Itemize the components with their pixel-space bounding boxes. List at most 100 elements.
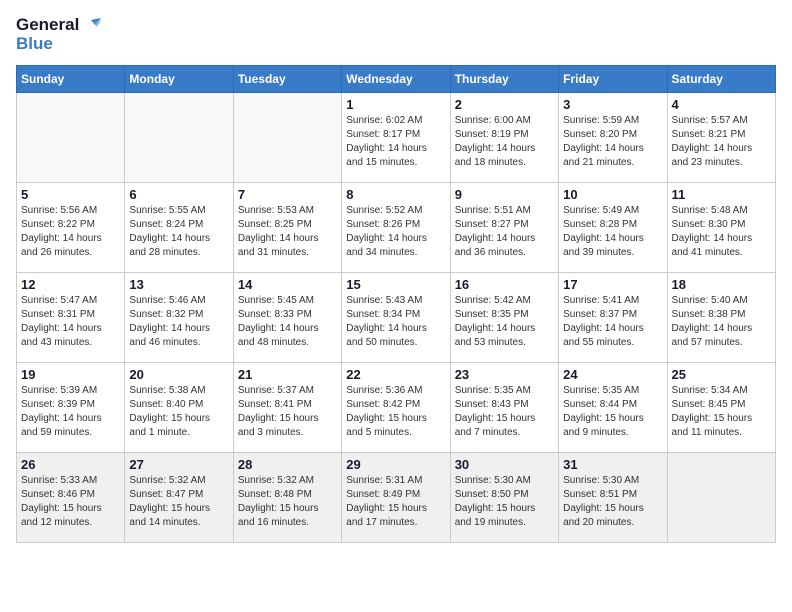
day-info: Sunrise: 5:42 AM Sunset: 8:35 PM Dayligh… <box>455 294 554 350</box>
day-number: 16 <box>455 277 554 292</box>
day-number: 1 <box>346 97 445 112</box>
day-number: 14 <box>238 277 337 292</box>
calendar-cell: 23Sunrise: 5:35 AM Sunset: 8:43 PM Dayli… <box>450 363 558 453</box>
calendar-cell: 1 Sunrise: 6:02 AM Sunset: 8:17 PM Daylig… <box>342 93 450 183</box>
calendar-cell: 11Sunrise: 5:48 AM Sunset: 8:30 PM Dayli… <box>667 183 775 273</box>
calendar-cell: 29Sunrise: 5:31 AM Sunset: 8:49 PM Dayli… <box>342 453 450 543</box>
day-info: Sunrise: 5:30 AM Sunset: 8:50 PM Dayligh… <box>455 474 554 530</box>
day-info: Sunrise: 5:34 AM Sunset: 8:45 PM Dayligh… <box>672 384 771 440</box>
day-info: Sunrise: 5:45 AM Sunset: 8:33 PM Dayligh… <box>238 294 337 350</box>
day-number: 21 <box>238 367 337 382</box>
day-info: Sunrise: 6:02 AM Sunset: 8:17 PM Dayligh… <box>346 114 445 170</box>
calendar-cell: 22 Sunrise: 5:36 AM Sunset: 8:42 PM Dayli… <box>342 363 450 453</box>
calendar-day-header: Monday <box>125 66 233 93</box>
day-number: 27 <box>129 457 228 472</box>
day-number: 20 <box>129 367 228 382</box>
calendar-cell: 2 Sunrise: 6:00 AM Sunset: 8:19 PM Daylig… <box>450 93 558 183</box>
day-number: 8 <box>346 187 445 202</box>
calendar-cell: 26Sunrise: 5:33 AM Sunset: 8:46 PM Dayli… <box>17 453 125 543</box>
calendar-cell: 31 Sunrise: 5:30 AM Sunset: 8:51 PM Dayli… <box>559 453 667 543</box>
day-info: Sunrise: 5:47 AM Sunset: 8:31 PM Dayligh… <box>21 294 120 350</box>
calendar-cell: 14 Sunrise: 5:45 AM Sunset: 8:33 PM Dayli… <box>233 273 341 363</box>
calendar-cell <box>125 93 233 183</box>
calendar-cell: 3 Sunrise: 5:59 AM Sunset: 8:20 PM Daylig… <box>559 93 667 183</box>
calendar-cell: 5 Sunrise: 5:56 AM Sunset: 8:22 PM Daylig… <box>17 183 125 273</box>
calendar-day-header: Friday <box>559 66 667 93</box>
day-info: Sunrise: 5:49 AM Sunset: 8:28 PM Dayligh… <box>563 204 662 260</box>
calendar-cell: 17 Sunrise: 5:41 AM Sunset: 8:37 PM Dayli… <box>559 273 667 363</box>
day-info: Sunrise: 5:31 AM Sunset: 8:49 PM Dayligh… <box>346 474 445 530</box>
calendar-cell: 27Sunrise: 5:32 AM Sunset: 8:47 PM Dayli… <box>125 453 233 543</box>
day-number: 13 <box>129 277 228 292</box>
calendar-cell: 18 Sunrise: 5:40 AM Sunset: 8:38 PM Dayli… <box>667 273 775 363</box>
calendar-cell: 12 Sunrise: 5:47 AM Sunset: 8:31 PM Dayli… <box>17 273 125 363</box>
calendar-cell: 10Sunrise: 5:49 AM Sunset: 8:28 PM Dayli… <box>559 183 667 273</box>
calendar-week-row: 12 Sunrise: 5:47 AM Sunset: 8:31 PM Dayli… <box>17 273 776 363</box>
calendar-cell: 15Sunrise: 5:43 AM Sunset: 8:34 PM Dayli… <box>342 273 450 363</box>
day-info: Sunrise: 5:55 AM Sunset: 8:24 PM Dayligh… <box>129 204 228 260</box>
day-number: 31 <box>563 457 662 472</box>
day-number: 3 <box>563 97 662 112</box>
day-info: Sunrise: 5:35 AM Sunset: 8:43 PM Dayligh… <box>455 384 554 440</box>
day-number: 28 <box>238 457 337 472</box>
calendar-day-header: Wednesday <box>342 66 450 93</box>
day-number: 12 <box>21 277 120 292</box>
calendar-week-row: 19 Sunrise: 5:39 AM Sunset: 8:39 PM Dayli… <box>17 363 776 453</box>
day-info: Sunrise: 5:35 AM Sunset: 8:44 PM Dayligh… <box>563 384 662 440</box>
day-number: 2 <box>455 97 554 112</box>
calendar-day-header: Thursday <box>450 66 558 93</box>
day-info: Sunrise: 5:41 AM Sunset: 8:37 PM Dayligh… <box>563 294 662 350</box>
day-info: Sunrise: 5:30 AM Sunset: 8:51 PM Dayligh… <box>563 474 662 530</box>
day-info: Sunrise: 5:51 AM Sunset: 8:27 PM Dayligh… <box>455 204 554 260</box>
day-info: Sunrise: 5:36 AM Sunset: 8:42 PM Dayligh… <box>346 384 445 440</box>
day-number: 18 <box>672 277 771 292</box>
calendar-cell: 16 Sunrise: 5:42 AM Sunset: 8:35 PM Dayli… <box>450 273 558 363</box>
calendar-cell: 9 Sunrise: 5:51 AM Sunset: 8:27 PM Daylig… <box>450 183 558 273</box>
calendar-cell <box>667 453 775 543</box>
calendar-cell: 6Sunrise: 5:55 AM Sunset: 8:24 PM Daylig… <box>125 183 233 273</box>
day-number: 9 <box>455 187 554 202</box>
day-info: Sunrise: 5:32 AM Sunset: 8:48 PM Dayligh… <box>238 474 337 530</box>
day-number: 22 <box>346 367 445 382</box>
calendar-week-row: 26Sunrise: 5:33 AM Sunset: 8:46 PM Dayli… <box>17 453 776 543</box>
logo: General Blue <box>16 16 101 53</box>
day-info: Sunrise: 5:52 AM Sunset: 8:26 PM Dayligh… <box>346 204 445 260</box>
day-info: Sunrise: 5:53 AM Sunset: 8:25 PM Dayligh… <box>238 204 337 260</box>
day-info: Sunrise: 5:38 AM Sunset: 8:40 PM Dayligh… <box>129 384 228 440</box>
day-info: Sunrise: 5:56 AM Sunset: 8:22 PM Dayligh… <box>21 204 120 260</box>
day-number: 4 <box>672 97 771 112</box>
calendar-day-header: Tuesday <box>233 66 341 93</box>
day-number: 25 <box>672 367 771 382</box>
day-info: Sunrise: 5:33 AM Sunset: 8:46 PM Dayligh… <box>21 474 120 530</box>
day-number: 24 <box>563 367 662 382</box>
calendar-cell: 25 Sunrise: 5:34 AM Sunset: 8:45 PM Dayli… <box>667 363 775 453</box>
calendar-week-row: 5 Sunrise: 5:56 AM Sunset: 8:22 PM Daylig… <box>17 183 776 273</box>
day-info: Sunrise: 5:39 AM Sunset: 8:39 PM Dayligh… <box>21 384 120 440</box>
day-number: 30 <box>455 457 554 472</box>
logo-bird-icon <box>81 18 101 32</box>
calendar-cell: 24 Sunrise: 5:35 AM Sunset: 8:44 PM Dayli… <box>559 363 667 453</box>
day-info: Sunrise: 5:46 AM Sunset: 8:32 PM Dayligh… <box>129 294 228 350</box>
day-number: 19 <box>21 367 120 382</box>
calendar-day-header: Saturday <box>667 66 775 93</box>
day-number: 17 <box>563 277 662 292</box>
day-info: Sunrise: 6:00 AM Sunset: 8:19 PM Dayligh… <box>455 114 554 170</box>
calendar-cell: 13 Sunrise: 5:46 AM Sunset: 8:32 PM Dayli… <box>125 273 233 363</box>
calendar-cell <box>17 93 125 183</box>
calendar-cell: 21 Sunrise: 5:37 AM Sunset: 8:41 PM Dayli… <box>233 363 341 453</box>
calendar-table: SundayMondayTuesdayWednesdayThursdayFrid… <box>16 65 776 543</box>
day-info: Sunrise: 5:40 AM Sunset: 8:38 PM Dayligh… <box>672 294 771 350</box>
day-info: Sunrise: 5:59 AM Sunset: 8:20 PM Dayligh… <box>563 114 662 170</box>
calendar-cell: 19 Sunrise: 5:39 AM Sunset: 8:39 PM Dayli… <box>17 363 125 453</box>
page-header: General Blue <box>16 16 776 53</box>
day-number: 5 <box>21 187 120 202</box>
day-info: Sunrise: 5:37 AM Sunset: 8:41 PM Dayligh… <box>238 384 337 440</box>
calendar-cell: 28 Sunrise: 5:32 AM Sunset: 8:48 PM Dayli… <box>233 453 341 543</box>
day-info: Sunrise: 5:57 AM Sunset: 8:21 PM Dayligh… <box>672 114 771 170</box>
day-info: Sunrise: 5:43 AM Sunset: 8:34 PM Dayligh… <box>346 294 445 350</box>
calendar-cell: 20 Sunrise: 5:38 AM Sunset: 8:40 PM Dayli… <box>125 363 233 453</box>
day-info: Sunrise: 5:48 AM Sunset: 8:30 PM Dayligh… <box>672 204 771 260</box>
calendar-cell: 4 Sunrise: 5:57 AM Sunset: 8:21 PM Daylig… <box>667 93 775 183</box>
calendar-header-row: SundayMondayTuesdayWednesdayThursdayFrid… <box>17 66 776 93</box>
calendar-cell: 8 Sunrise: 5:52 AM Sunset: 8:26 PM Daylig… <box>342 183 450 273</box>
